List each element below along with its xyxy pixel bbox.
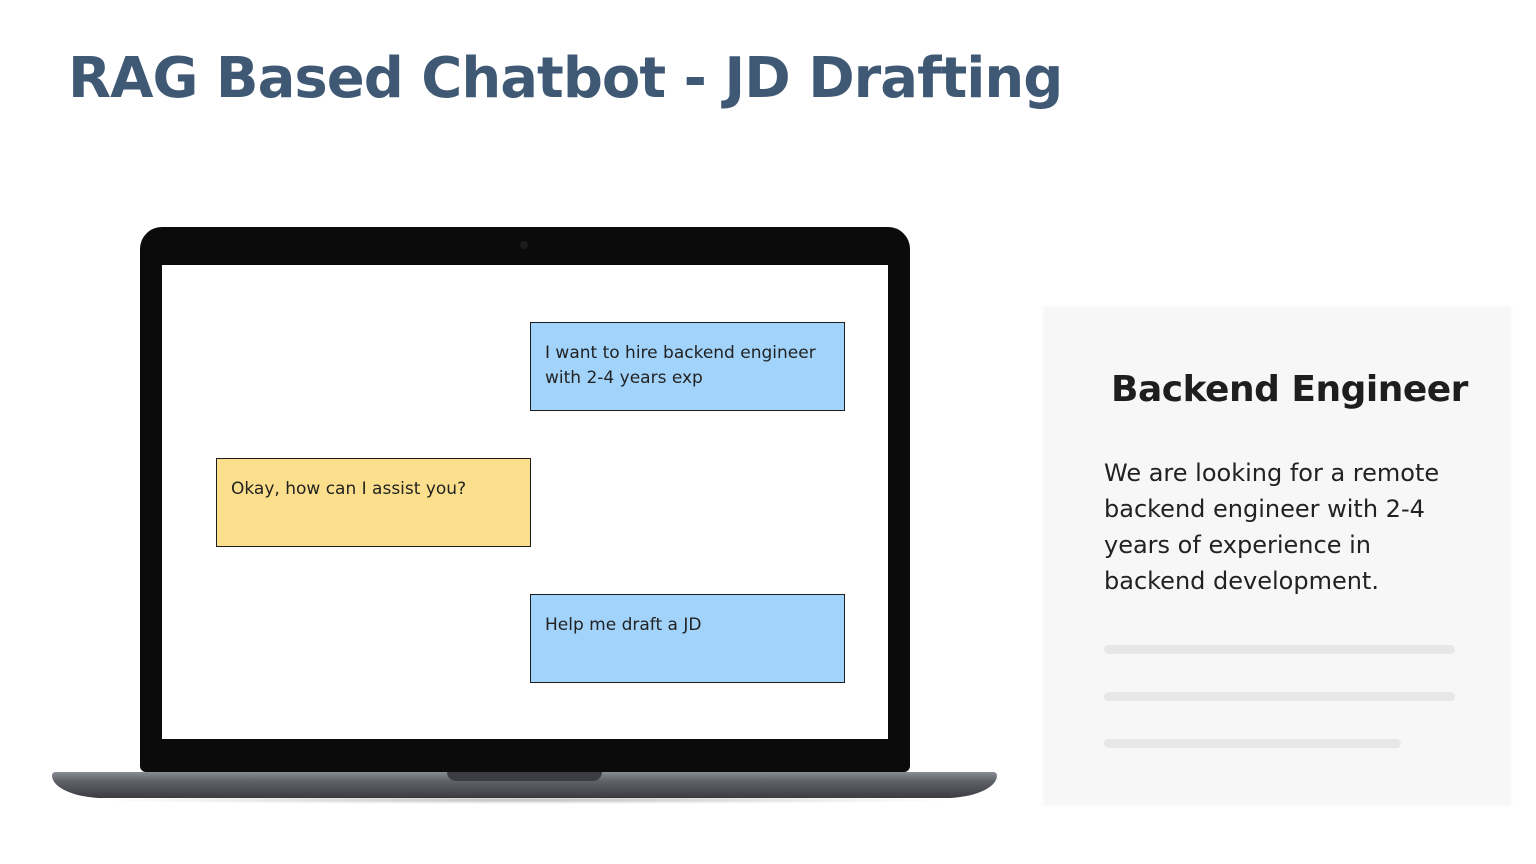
chat-screen: I want to hire backend engineer with 2-4… <box>162 265 888 739</box>
jd-card: Backend Engineer We are looking for a re… <box>1044 307 1510 805</box>
camera-icon <box>520 241 528 249</box>
laptop-base <box>52 772 997 798</box>
slide-title: RAG Based Chatbot - JD Drafting <box>68 46 1063 111</box>
jd-title: Backend Engineer <box>1111 369 1468 410</box>
placeholder-line <box>1104 645 1455 654</box>
jd-description: We are looking for a remote backend engi… <box>1104 459 1440 595</box>
user-message: I want to hire backend engineer with 2-4… <box>530 322 845 411</box>
placeholder-line <box>1104 692 1455 701</box>
laptop-notch <box>447 772 602 781</box>
laptop: I want to hire backend engineer with 2-4… <box>140 227 910 772</box>
bot-message: Okay, how can I assist you? <box>216 458 531 547</box>
placeholder-line <box>1104 739 1401 748</box>
laptop-shadow <box>90 796 960 804</box>
user-message: Help me draft a JD <box>530 594 845 683</box>
